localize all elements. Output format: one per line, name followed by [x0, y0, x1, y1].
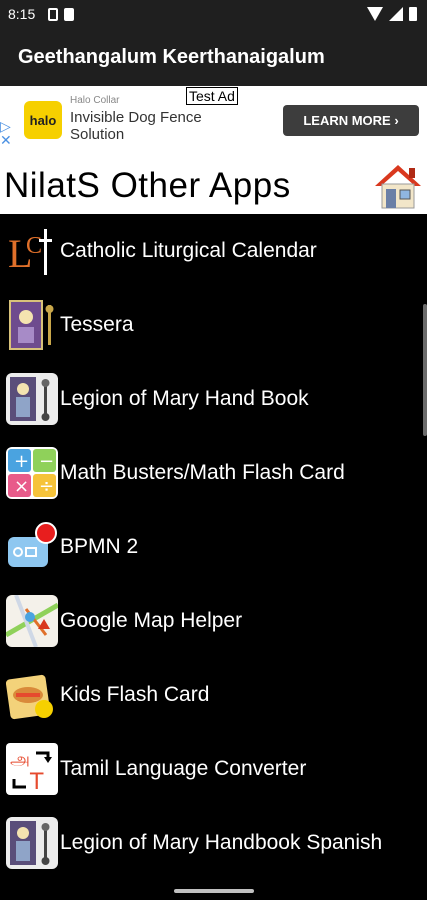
page-title: NilatS Other Apps	[4, 166, 291, 205]
status-bar: 8:15	[0, 0, 427, 30]
svg-text:−: −	[39, 451, 54, 472]
svg-text:T: T	[29, 770, 44, 795]
wifi-icon	[367, 7, 383, 21]
ad-close-icon[interactable]: ✕	[0, 133, 12, 147]
svg-text:×: ×	[14, 476, 29, 497]
lc-calendar-icon: L C	[6, 225, 58, 277]
svg-text:C: C	[26, 233, 42, 259]
list-item-bpmn-2[interactable]: BPMN 2	[0, 510, 427, 584]
app-bar: Geethangalum Keerthanaigalum	[0, 30, 427, 86]
gesture-nav-handle[interactable]	[174, 889, 254, 893]
map-icon	[6, 595, 58, 647]
list-item-catholic-liturgical-calendar[interactable]: L C Catholic Liturgical Calendar	[0, 214, 427, 288]
battery-icon	[409, 7, 417, 21]
math-icon: + − × ÷	[6, 447, 58, 499]
app-label: BPMN 2	[60, 535, 139, 558]
app-label: Tessera	[60, 313, 134, 336]
test-ad-label: Test Ad	[186, 87, 238, 105]
page-header: NilatS Other Apps	[0, 154, 427, 214]
app-label: Legion of Mary Handbook Spanish	[60, 831, 383, 854]
ad-choices-icon[interactable]: ▷	[0, 119, 12, 133]
other-apps-list: L C Catholic Liturgical Calendar Tessera	[0, 214, 427, 880]
ad-banner[interactable]: Test Ad ▷ ✕ halo Halo Collar Invisible D…	[0, 86, 427, 155]
kids-flash-card-icon	[6, 669, 58, 721]
home-icon[interactable]	[373, 162, 423, 210]
status-time: 8:15	[8, 6, 36, 22]
ad-headline: Invisible Dog Fence	[70, 109, 202, 126]
ad-logo[interactable]: halo	[24, 101, 62, 139]
svg-text:அ: அ	[10, 749, 30, 770]
bpmn-icon	[6, 521, 58, 573]
list-item-google-map-helper[interactable]: Google Map Helper	[0, 584, 427, 658]
list-item-tessera[interactable]: Tessera	[0, 288, 427, 362]
svg-text:÷: ÷	[39, 476, 54, 497]
app-title: Geethangalum Keerthanaigalum	[18, 46, 325, 68]
signal-icon	[389, 7, 403, 21]
learn-more-button[interactable]: LEARN MORE ›	[283, 105, 419, 136]
notification-icons	[48, 8, 74, 21]
app-label: Catholic Liturgical Calendar	[60, 239, 317, 262]
legion-of-mary-spanish-icon	[6, 817, 58, 869]
storage-icon	[64, 8, 74, 21]
list-item-math-busters[interactable]: + − × ÷ Math Busters/Math Flash Card	[0, 436, 427, 510]
tessera-icon	[6, 299, 58, 351]
list-item-tamil-language-converter[interactable]: அ T Tamil Language Converter	[0, 732, 427, 806]
tamil-converter-icon: அ T	[6, 743, 58, 795]
ad-brand: Halo Collar	[70, 95, 120, 106]
list-item-legion-of-mary-spanish[interactable]: Legion of Mary Handbook Spanish	[0, 806, 427, 880]
scrollbar-thumb[interactable]	[423, 304, 427, 436]
ad-headline-2: Solution	[70, 126, 125, 143]
legion-of-mary-icon	[6, 373, 58, 425]
list-item-kids-flash-card[interactable]: Kids Flash Card	[0, 658, 427, 732]
app-label: Legion of Mary Hand Book	[60, 387, 309, 410]
system-icons	[367, 7, 417, 21]
app-label: Google Map Helper	[60, 609, 243, 632]
svg-text:+: +	[14, 451, 29, 472]
sim-icon	[48, 8, 58, 21]
ad-choices[interactable]: ▷ ✕	[0, 119, 12, 147]
list-item-legion-of-mary[interactable]: Legion of Mary Hand Book	[0, 362, 427, 436]
app-label: Kids Flash Card	[60, 683, 210, 706]
app-label: Math Busters/Math Flash Card	[60, 461, 345, 484]
app-label: Tamil Language Converter	[60, 757, 307, 780]
